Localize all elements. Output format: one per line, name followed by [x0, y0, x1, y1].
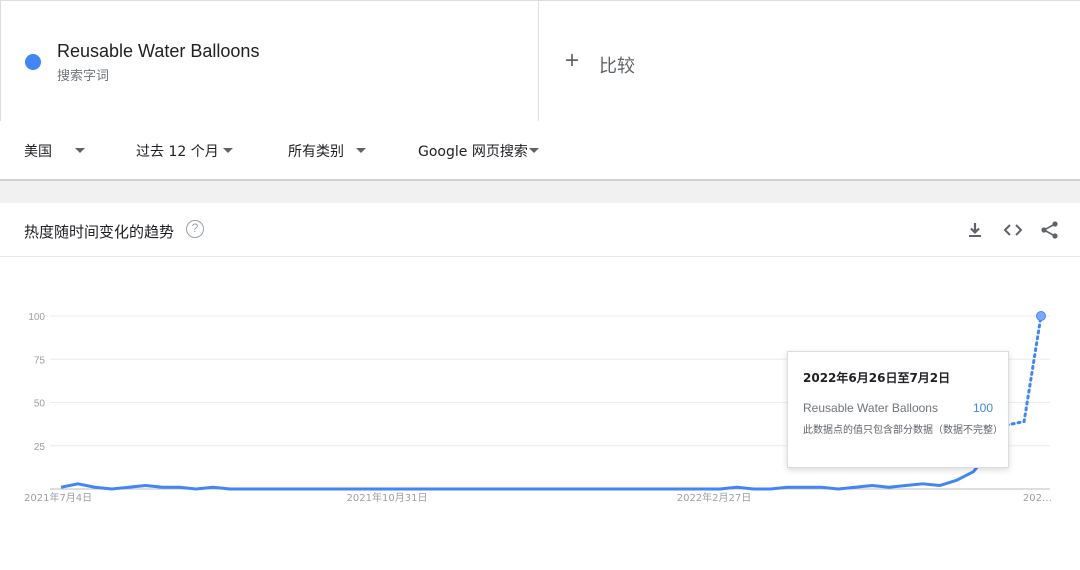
y-tick-label: 25 — [34, 442, 46, 453]
trend-chart: 25 50 75 100 2021年7月4日 2021年10月31日 2022年2月27日 2… — [24, 311, 1052, 504]
data-point — [1036, 311, 1046, 321]
x-tick-label: 2021年10月31日 — [347, 491, 428, 504]
x-tick-label: 202… — [1023, 493, 1052, 504]
tooltip-date: 2022年6月26日至7月2日 — [803, 371, 951, 385]
y-tick-label: 50 — [34, 399, 46, 410]
x-tick-label: 2021年7月4日 — [24, 491, 92, 504]
tooltip-value: 100 — [972, 401, 993, 415]
y-tick-label: 100 — [28, 312, 45, 323]
data-tooltip: 2022年6月26日至7月2日 Reusable Water Balloons … — [787, 351, 1009, 468]
y-tick-label: 75 — [34, 355, 46, 366]
tooltip-series-name: Reusable Water Balloons — [803, 401, 938, 415]
x-tick-label: 2022年2月27日 — [677, 491, 752, 504]
tooltip-note: 此数据点的值只包含部分数据（数据不完整） — [803, 425, 1003, 436]
